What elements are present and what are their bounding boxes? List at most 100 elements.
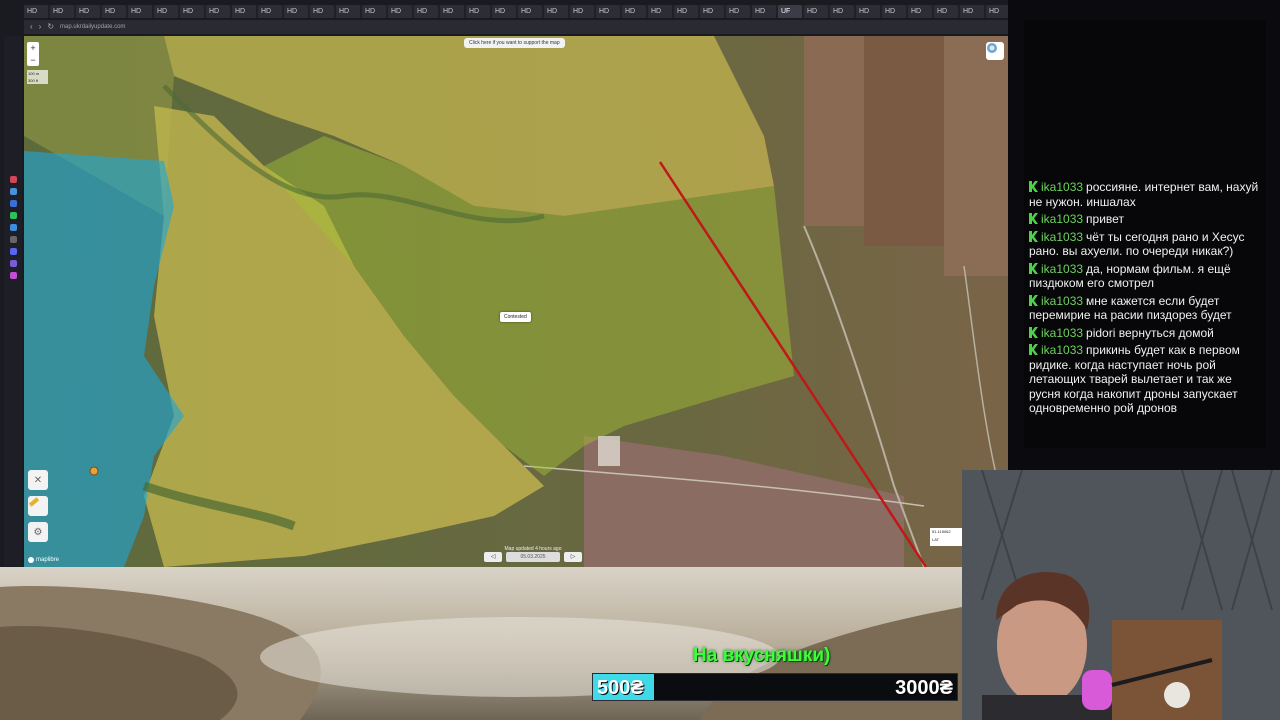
field-strip	[804, 36, 864, 226]
x-icon[interactable]	[9, 236, 17, 243]
browser-tab[interactable]: HD	[102, 5, 126, 18]
app-icon[interactable]	[9, 260, 17, 267]
browser-tab[interactable]: HD	[648, 5, 672, 18]
browser-tab[interactable]: HD	[934, 5, 958, 18]
map-attribution[interactable]: maplibre	[28, 556, 59, 564]
kick-badge-icon	[1029, 181, 1038, 192]
field-strip	[864, 36, 944, 246]
browser-tab[interactable]: HD	[882, 5, 906, 18]
browser-tab[interactable]: HD	[960, 5, 984, 18]
browser-tab[interactable]: HD	[986, 5, 1008, 18]
url-text[interactable]: map.ukrdailyupdate.com	[60, 24, 125, 30]
prev-date-button[interactable]: ◁	[484, 552, 502, 562]
gear-icon: ⚙	[33, 526, 43, 538]
whatsapp-icon[interactable]	[9, 212, 17, 219]
messenger-icon[interactable]	[9, 188, 17, 195]
chat-username[interactable]: ika1033	[1041, 230, 1083, 244]
chat-message: ika1033 прикинь будет как в первом ридике…	[1029, 343, 1263, 416]
browser-tab[interactable]: HD	[518, 5, 542, 18]
kick-badge-icon	[1029, 344, 1038, 355]
webcam-image	[962, 470, 1280, 720]
browser-tab[interactable]: HD	[830, 5, 854, 18]
browser-tab[interactable]: HD	[492, 5, 516, 18]
browser-tab[interactable]: HD	[804, 5, 828, 18]
browser-tab[interactable]: HD	[50, 5, 74, 18]
map-view[interactable]: Click here if you want to support the ma…	[24, 36, 1008, 567]
layers-button[interactable]	[986, 42, 1004, 60]
date-input[interactable]: 05.03.2025	[506, 552, 560, 562]
chat-text: pidori вернуться домой	[1086, 325, 1214, 340]
donation-current: 500₴	[597, 677, 644, 699]
browser-tab[interactable]: HD	[856, 5, 880, 18]
webcam-feed	[962, 470, 1280, 720]
browser-tab[interactable]: HD	[908, 5, 932, 18]
discord-icon[interactable]	[9, 248, 17, 255]
coordinates-box: 51.115062 LAT	[930, 528, 966, 546]
settings-tool-button[interactable]: ⚙	[28, 522, 48, 542]
chat-username[interactable]: ika1033	[1041, 326, 1083, 340]
donation-progress-bar: 500₴ 3000₴	[592, 673, 958, 701]
browser-tab[interactable]: HD	[570, 5, 594, 18]
chat-username[interactable]: ika1033	[1041, 180, 1083, 194]
browser-tab[interactable]: HD	[180, 5, 204, 18]
chat-username[interactable]: ika1033	[1041, 294, 1083, 308]
microphone-icon	[1082, 670, 1112, 710]
support-banner[interactable]: Click here if you want to support the ma…	[464, 38, 565, 48]
map-marker-icon[interactable]	[89, 466, 99, 476]
browser-tab[interactable]: HD	[336, 5, 360, 18]
browser-sidebar	[4, 36, 22, 566]
reload-icon[interactable]: ↻	[47, 20, 54, 34]
browser-tab[interactable]: HD	[752, 5, 776, 18]
zoom-control: + −	[27, 42, 39, 66]
app-icon[interactable]	[9, 176, 17, 183]
next-date-button[interactable]: ▷	[564, 552, 582, 562]
browser-tab[interactable]: HD	[388, 5, 412, 18]
browser-tab[interactable]: HD	[674, 5, 698, 18]
browser-tab[interactable]: HD	[700, 5, 724, 18]
app-icon[interactable]	[9, 272, 17, 279]
browser-tab[interactable]: HD	[24, 5, 48, 18]
forward-icon[interactable]: ›	[39, 20, 42, 34]
kick-badge-icon	[1029, 213, 1038, 224]
browser-tab[interactable]: HD	[440, 5, 464, 18]
browser-tab[interactable]: HD	[76, 5, 100, 18]
address-bar[interactable]: ‹ › ↻ map.ukrdailyupdate.com	[24, 20, 1008, 34]
browser-tab[interactable]: HD	[154, 5, 178, 18]
field-strip	[944, 36, 1008, 276]
browser-tab[interactable]: HD	[362, 5, 386, 18]
close-tool-button[interactable]: ✕	[28, 470, 48, 490]
browser-tab[interactable]: HD	[128, 5, 152, 18]
scale-imperial: 300 ft	[28, 78, 39, 83]
map-scale: 100 m 300 ft	[27, 70, 48, 84]
browser-tab-active[interactable]: UF	[778, 5, 802, 18]
browser-tab[interactable]: HD	[726, 5, 750, 18]
browser-tab[interactable]: HD	[310, 5, 334, 18]
zoom-in-button[interactable]: +	[27, 42, 39, 54]
back-icon[interactable]: ‹	[30, 20, 33, 34]
chat-username[interactable]: ika1033	[1041, 262, 1083, 276]
browser-window: HD HD HD HD HD HD HD HD HD HD HD HD HD HD HD HD HD HD HD HD…	[0, 0, 1008, 567]
browser-tab[interactable]: HD	[414, 5, 438, 18]
kick-badge-icon	[1029, 326, 1038, 338]
browser-tab[interactable]: HD	[596, 5, 620, 18]
chat-message: ika1033 pidori вернуться домой	[1029, 326, 1263, 341]
browser-tab[interactable]: HD	[466, 5, 490, 18]
chat-username[interactable]: ika1033	[1041, 212, 1083, 226]
chat-message: ika1033 россияне. интернет вам, нахуй не …	[1029, 180, 1263, 209]
donation-goal: 3000₴	[895, 677, 953, 699]
browser-tab[interactable]: HD	[622, 5, 646, 18]
browser-tab[interactable]: HD	[232, 5, 256, 18]
plush-toy	[1164, 682, 1190, 708]
date-row: ◁ 05.03.2025 ▷	[484, 552, 582, 562]
browser-tab[interactable]: HD	[206, 5, 230, 18]
zoom-out-button[interactable]: −	[27, 54, 39, 66]
chat-panel: ika1033 россияне. интернет вам, нахуй не …	[1024, 20, 1266, 448]
browser-tab[interactable]: HD	[284, 5, 308, 18]
measure-tool-button[interactable]	[28, 496, 48, 516]
map-canvas[interactable]	[24, 36, 1008, 567]
browser-tab[interactable]: HD	[544, 5, 568, 18]
chat-username[interactable]: ika1033	[1041, 343, 1083, 357]
browser-tab[interactable]: HD	[258, 5, 282, 18]
telegram-icon[interactable]	[9, 224, 17, 231]
app-icon[interactable]	[9, 200, 17, 207]
